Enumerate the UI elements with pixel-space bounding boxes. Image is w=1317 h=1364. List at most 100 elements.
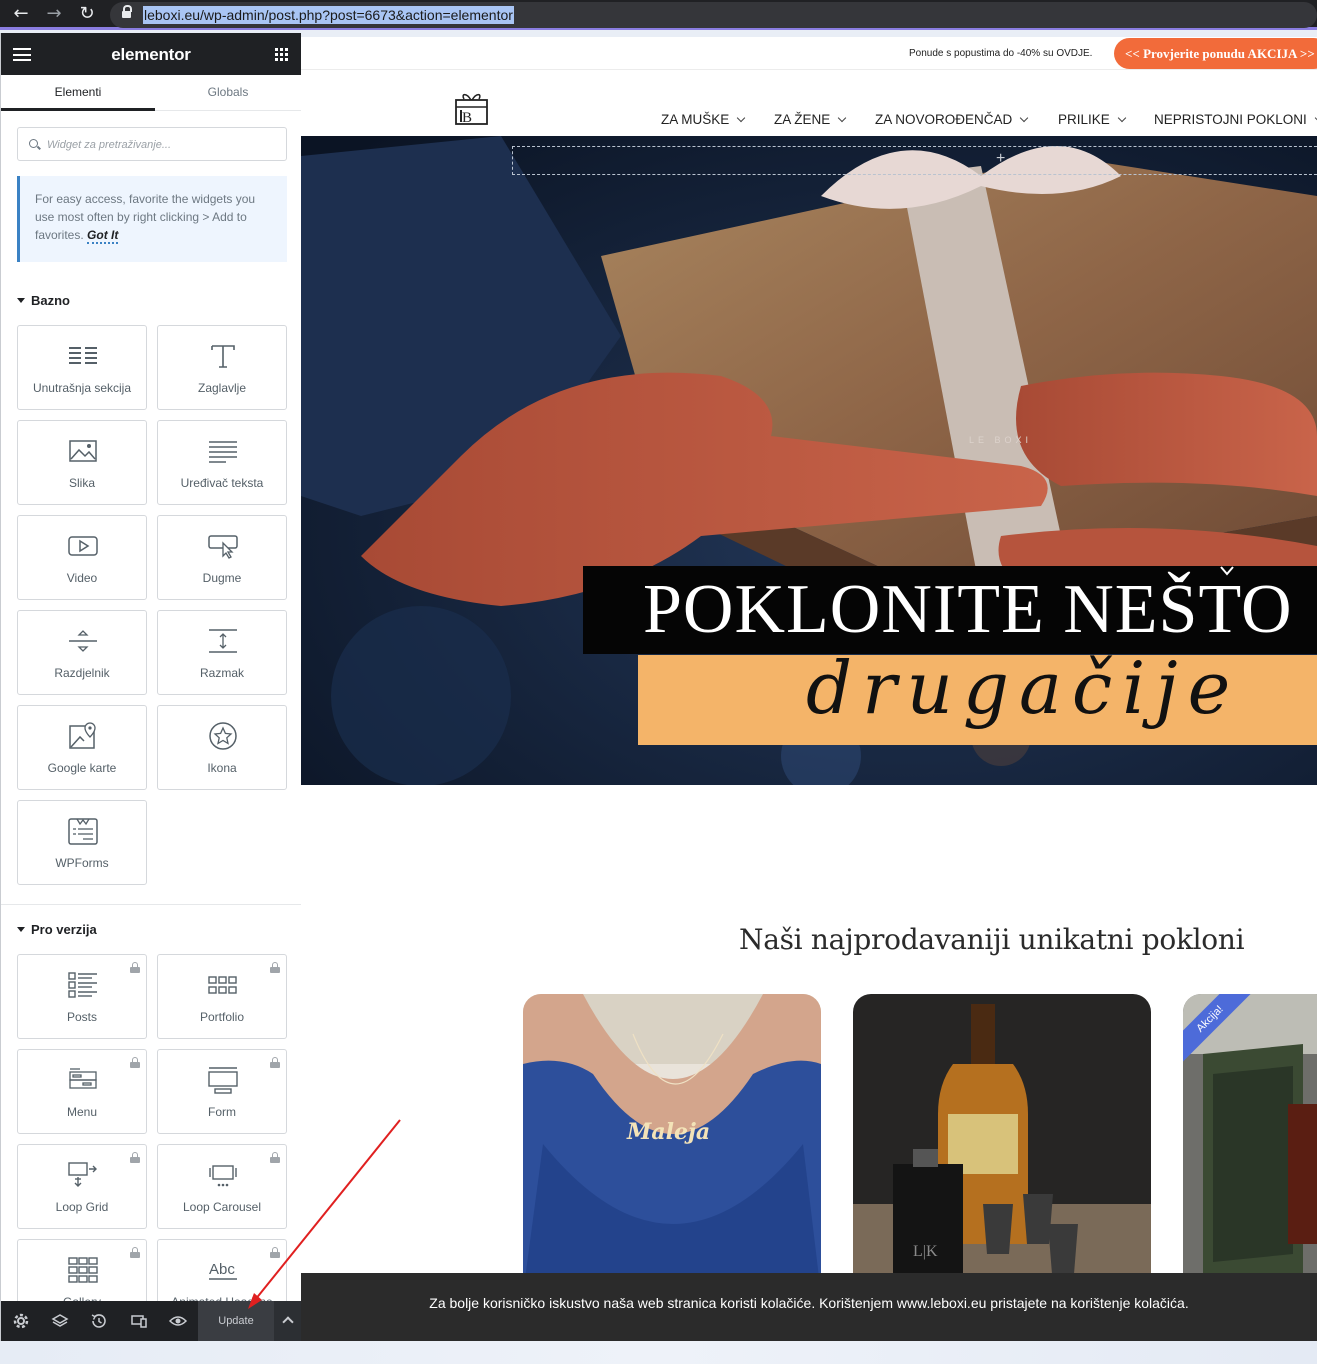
widget-label: Google karte — [47, 761, 117, 775]
widget-label: Unutrašnja sekcija — [32, 381, 132, 395]
save-options-chevron-icon[interactable] — [274, 1301, 301, 1341]
svg-text:B: B — [462, 110, 472, 126]
hero-subtitle: drugačije — [806, 646, 1241, 730]
widget-inner-section[interactable]: Unutrašnja sekcija — [17, 325, 147, 410]
cookie-notice: Za bolje korisničko iskustvo naša web st… — [301, 1273, 1317, 1341]
url-text[interactable]: leboxi.eu/wp-admin/post.php?post=6673&ac… — [143, 6, 514, 24]
forward-button[interactable]: → — [42, 3, 66, 25]
widget-label: Razmak — [199, 666, 244, 680]
widget-label: Slika — [68, 476, 95, 490]
whisky-set-photo: L|K — [853, 994, 1151, 1294]
promo-text: Ponude s popustima do -40% su OVDJE. — [909, 48, 1093, 59]
gallery-icon — [68, 1256, 98, 1284]
animated-headline-icon: Abc — [208, 1256, 238, 1284]
lock-icon — [130, 1247, 140, 1258]
favorites-notice: For easy access, favorite the widgets yo… — [17, 176, 287, 262]
widget-star[interactable]: Ikona — [157, 705, 287, 790]
widget-label: Ikona — [207, 761, 237, 775]
nav-item-men[interactable]: ZA MUŠKE — [661, 112, 746, 127]
widget-label: Form — [208, 1105, 236, 1119]
hero-title: POKLONITE NEŠTO — [643, 571, 1293, 648]
tab-globals[interactable]: Globals — [155, 75, 301, 111]
google-maps-icon — [68, 722, 98, 750]
heading-icon — [208, 342, 238, 370]
nav-item-occasions[interactable]: PRILIKE — [1058, 112, 1127, 127]
empty-container-outline[interactable] — [512, 146, 1317, 175]
settings-icon[interactable] — [11, 1311, 31, 1331]
section-basic-toggle[interactable]: Bazno — [17, 293, 70, 308]
got-it-link[interactable]: Got It — [87, 228, 119, 244]
widget-spacer[interactable]: Razmak — [157, 610, 287, 695]
lock-icon — [270, 1057, 280, 1068]
desktop-strip — [0, 1341, 1317, 1364]
widget-video[interactable]: Video — [17, 515, 147, 600]
section-pro-toggle[interactable]: Pro verzija — [17, 922, 97, 937]
widget-loop-carousel[interactable]: Loop Carousel — [157, 1144, 287, 1229]
layers-icon[interactable] — [50, 1311, 70, 1331]
widget-search-input[interactable] — [47, 135, 277, 155]
update-button[interactable]: Update — [198, 1301, 274, 1341]
product-card-jerrycan[interactable]: Akcija! — [1183, 994, 1317, 1294]
widget-label: Video — [66, 571, 98, 585]
widget-label: Menu — [66, 1105, 98, 1119]
history-icon[interactable] — [89, 1311, 109, 1331]
nav-item-newborns[interactable]: ZA NOVOROĐENČAD — [875, 112, 1029, 127]
portfolio-icon — [208, 971, 238, 999]
wpforms-icon — [68, 817, 98, 845]
widget-portfolio[interactable]: Portfolio — [157, 954, 287, 1039]
widget-form[interactable]: Form — [157, 1049, 287, 1134]
widgets-grid-icon[interactable] — [275, 48, 288, 61]
notice-text: For easy access, favorite the widgets yo… — [35, 192, 256, 242]
star-icon — [208, 722, 238, 750]
widget-label: Posts — [66, 1010, 97, 1024]
product-card-whisky[interactable]: L|K — [853, 994, 1151, 1294]
loop-carousel-icon — [208, 1161, 238, 1189]
button-icon — [208, 532, 238, 560]
lock-icon — [130, 962, 140, 973]
widget-wpforms[interactable]: WPForms — [17, 800, 147, 885]
back-button[interactable]: ← — [9, 3, 33, 25]
site-logo-gift-icon[interactable]: B — [454, 90, 489, 126]
widget-loop-grid[interactable]: Loop Grid — [17, 1144, 147, 1229]
browser-toolbar: ← → ↻ leboxi.eu/wp-admin/post.php?post=6… — [0, 0, 1317, 30]
widget-label: Razdjelnik — [54, 666, 110, 680]
widget-menu[interactable]: Menu — [17, 1049, 147, 1134]
reload-button[interactable]: ↻ — [75, 3, 99, 25]
lock-icon — [122, 5, 132, 20]
preview-eye-icon[interactable] — [168, 1311, 188, 1331]
widget-posts[interactable]: Posts — [17, 954, 147, 1039]
lock-icon — [270, 1247, 280, 1258]
widget-divider[interactable]: Razdjelnik — [17, 610, 147, 695]
panel-header: elementor — [1, 33, 301, 75]
image-icon — [68, 437, 98, 465]
site-topbar: Ponude s popustima do -40% su OVDJE. << … — [301, 37, 1317, 70]
widget-label: Loop Carousel — [182, 1200, 262, 1214]
widget-label: Loop Grid — [55, 1200, 109, 1214]
inner-section-icon — [68, 342, 98, 370]
promo-button[interactable]: << Provjerite ponudu AKCIJA >> — [1114, 38, 1317, 69]
nav-item-women[interactable]: ZA ŽENE — [774, 112, 847, 127]
product-card-necklace[interactable]: Maleja — [523, 994, 821, 1294]
widget-label: Zaglavlje — [197, 381, 247, 395]
section-basic-title: Bazno — [31, 293, 70, 308]
hero-banner[interactable]: LE BOXI + POKLONITE NEŠTO drugačije — [301, 136, 1317, 785]
chevron-down-icon — [737, 113, 746, 123]
widget-button[interactable]: Dugme — [157, 515, 287, 600]
widget-image[interactable]: Slika — [17, 420, 147, 505]
widget-search — [17, 127, 287, 161]
responsive-icon[interactable] — [129, 1311, 149, 1331]
address-bar[interactable]: leboxi.eu/wp-admin/post.php?post=6673&ac… — [110, 2, 1317, 28]
panel-tabs: Elementi Globals — [1, 75, 301, 111]
add-element-plus-icon[interactable]: + — [996, 150, 1005, 168]
site-preview: Ponude s popustima do -40% su OVDJE. << … — [301, 37, 1317, 1341]
svg-text:Abc: Abc — [209, 1261, 235, 1278]
lock-icon — [270, 962, 280, 973]
widget-label: WPForms — [55, 856, 109, 870]
widget-google-maps[interactable]: Google karte — [17, 705, 147, 790]
caret-down-icon — [17, 298, 25, 303]
tab-elements[interactable]: Elementi — [1, 75, 155, 111]
widget-heading[interactable]: Zaglavlje — [157, 325, 287, 410]
nav-item-naughty-gifts[interactable]: NEPRISTOJNI POKLONI — [1154, 112, 1317, 127]
widget-label: Uređivač teksta — [180, 476, 264, 490]
widget-text-editor[interactable]: Uređivač teksta — [157, 420, 287, 505]
